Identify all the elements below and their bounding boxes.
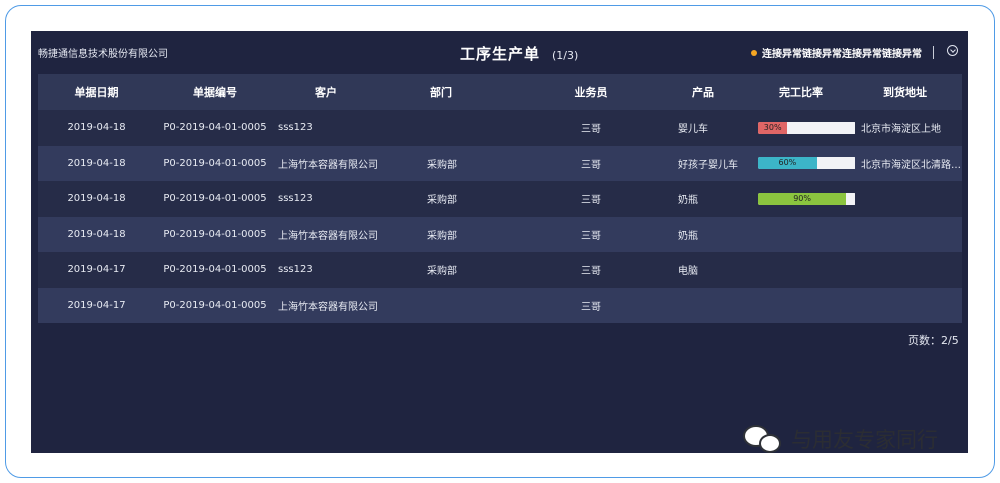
cell-address: 北京市海淀区上地 — [861, 124, 941, 136]
progress-label: 30% — [763, 122, 782, 132]
cell-salesperson: 三哥 — [581, 230, 601, 242]
col-header-salesperson[interactable]: 业务员 — [525, 84, 657, 100]
cell-customer: sss123 — [278, 264, 313, 276]
cell-department: 采购部 — [427, 266, 457, 278]
col-header-date[interactable]: 单据日期 — [38, 84, 155, 100]
cell-date: 2019-04-18 — [67, 157, 126, 169]
connection-alert: 连接异常链接异常连接异常链接异常 — [751, 45, 922, 60]
completion-progress-bar: 30% — [758, 121, 855, 134]
cell-completion: 90% — [751, 192, 855, 205]
cell-number: P0-2019-04-01-0005 — [163, 299, 267, 311]
page-count: 页数：2/5 — [908, 334, 959, 347]
company-name: 畅捷通信息技术股份有限公司 — [38, 49, 168, 60]
header-bar: 畅捷通信息技术股份有限公司 工序生产单 (1/3) 连接异常链接异常连接异常链接异… — [31, 31, 968, 74]
progress-label: 90% — [793, 193, 811, 203]
alert-text: 连接异常链接异常连接异常链接异常 — [762, 49, 922, 60]
cell-date: 2019-04-17 — [67, 264, 126, 276]
table-row[interactable]: 2019-04-18 P0-2019-04-01-0005 sss123 三哥 婴儿车 3… — [38, 110, 962, 146]
cell-date: 2019-04-18 — [67, 193, 126, 205]
cell-customer: 上海竹本容器有限公司 — [278, 301, 378, 313]
completion-progress-bar: 60% — [758, 157, 855, 170]
page-title: 工序生产单 — [460, 45, 541, 63]
cell-number: P0-2019-04-01-0005 — [163, 157, 267, 169]
cell-department: 采购部 — [427, 159, 457, 171]
cell-customer: 上海竹本容器有限公司 — [278, 230, 378, 242]
cell-number: P0-2019-04-01-0005 — [163, 122, 267, 134]
cell-salesperson: 三哥 — [581, 159, 601, 171]
cell-product: 婴儿车 — [678, 124, 708, 136]
table-row[interactable]: 2019-04-17 P0-2019-04-01-0005 sss123 采购部 三哥 电… — [38, 252, 962, 288]
cell-product: 奶瓶 — [678, 195, 698, 207]
col-header-department[interactable]: 部门 — [425, 84, 525, 100]
production-table: 单据日期 单据编号 客户 部门 业务员 产品 完工比率 到货地址 2019-04… — [38, 74, 962, 323]
watermark: 与用友专家同行 — [741, 423, 938, 455]
cell-completion: 60% — [751, 157, 855, 170]
alert-dot-icon — [751, 49, 757, 56]
col-header-product[interactable]: 产品 — [657, 84, 751, 100]
cell-salesperson: 三哥 — [581, 124, 601, 136]
cell-date: 2019-04-18 — [67, 122, 126, 134]
cell-number: P0-2019-04-01-0005 — [163, 193, 267, 205]
cell-department: 采购部 — [427, 195, 457, 207]
cell-salesperson: 三哥 — [581, 195, 601, 207]
cell-number: P0-2019-04-01-0005 — [163, 264, 267, 276]
table-row[interactable]: 2019-04-18 P0-2019-04-01-0005 上海竹本容器有限公司 采购… — [38, 145, 962, 181]
col-header-completion[interactable]: 完工比率 — [751, 84, 855, 100]
cell-customer: 上海竹本容器有限公司 — [278, 159, 378, 171]
cell-date: 2019-04-18 — [67, 228, 126, 240]
title-group: 工序生产单 (1/3) — [460, 43, 578, 64]
completion-progress-bar: 90% — [758, 192, 855, 205]
table-row[interactable]: 2019-04-18 P0-2019-04-01-0005 sss123 采购部 三哥 奶… — [38, 181, 962, 217]
cell-product: 好孩子婴儿车 — [678, 159, 738, 171]
cell-customer: sss123 — [278, 122, 313, 134]
table-body: 2019-04-18 P0-2019-04-01-0005 sss123 三哥 婴儿车 3… — [38, 110, 962, 323]
cell-customer: sss123 — [278, 193, 313, 205]
chevron-down-circle-icon[interactable] — [947, 45, 958, 56]
table-header: 单据日期 单据编号 客户 部门 业务员 产品 完工比率 到货地址 — [38, 74, 962, 110]
cell-product: 电脑 — [678, 266, 698, 278]
cell-department: 采购部 — [427, 230, 457, 242]
cell-salesperson: 三哥 — [581, 266, 601, 278]
col-header-number[interactable]: 单据编号 — [155, 84, 275, 100]
table-row[interactable]: 2019-04-17 P0-2019-04-01-0005 上海竹本容器有限公司 三哥 — [38, 287, 962, 323]
cell-product: 奶瓶 — [678, 230, 698, 242]
cell-address: 北京市海淀区北清路68… — [861, 159, 962, 171]
cell-date: 2019-04-17 — [67, 299, 126, 311]
cell-salesperson: 三哥 — [581, 301, 601, 313]
table-row[interactable]: 2019-04-18 P0-2019-04-01-0005 上海竹本容器有限公司 采购… — [38, 216, 962, 252]
dashboard-screen: 畅捷通信息技术股份有限公司 工序生产单 (1/3) 连接异常链接异常连接异常链接异… — [31, 31, 968, 453]
header-divider — [933, 46, 934, 59]
watermark-text: 与用友专家同行 — [791, 428, 938, 452]
progress-label: 60% — [778, 158, 797, 168]
wechat-bubble-small — [759, 434, 781, 453]
cell-completion: 30% — [751, 121, 855, 134]
cell-number: P0-2019-04-01-0005 — [163, 228, 267, 240]
page-indicator: (1/3) — [552, 49, 579, 62]
col-header-address[interactable]: 到货地址 — [855, 84, 962, 100]
col-header-customer[interactable]: 客户 — [275, 84, 425, 100]
wechat-icon — [741, 423, 783, 455]
